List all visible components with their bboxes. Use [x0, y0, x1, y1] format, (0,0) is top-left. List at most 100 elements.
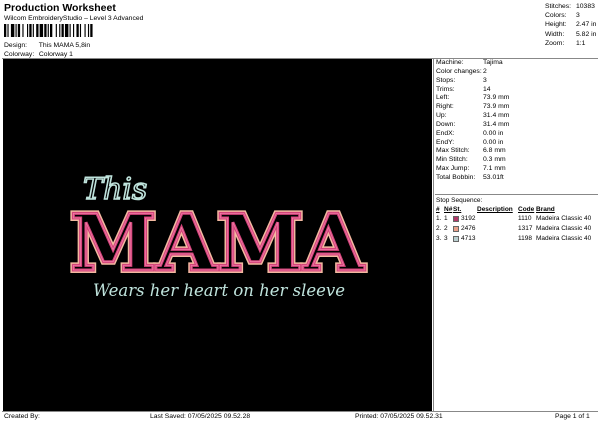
summary-row: Colors: 3	[545, 11, 596, 20]
barcode-bar	[27, 24, 29, 37]
summary-value: 5.82 in	[576, 30, 597, 38]
col-header: N#	[444, 206, 453, 213]
barcode-bar	[90, 24, 93, 37]
info-value: 2	[483, 67, 487, 75]
summary-panel: Stitches: 10383 Colors: 3 Height: 2.47 in W…	[545, 2, 596, 48]
barcode	[4, 24, 93, 37]
stitch-cell: 2476	[453, 224, 477, 234]
needle-number: 1	[444, 215, 448, 222]
info-value: 73.9 mm	[483, 103, 510, 111]
design-preview: This MAMA MAMA MAMA Wears her heart on h…	[3, 59, 432, 412]
stop-sequence-divider	[435, 194, 598, 195]
design-label: Design:	[4, 42, 28, 49]
info-row: Machine: Tajima	[435, 59, 598, 68]
info-label: Up:	[436, 112, 447, 120]
info-label: Trims:	[436, 85, 455, 93]
printed-date: Printed: 07/05/2025 09.52.31	[355, 413, 443, 420]
info-row: Stops: 3	[435, 77, 598, 86]
colorway-value: Colorway 1	[38, 51, 73, 58]
color-swatch	[453, 216, 459, 222]
info-value: Tajima	[483, 59, 503, 66]
barcode-bar	[39, 24, 44, 37]
summary-value: 2.47 in	[576, 21, 597, 29]
design-value: This MAMA 5,8in	[38, 42, 91, 49]
summary-value: 3	[576, 12, 580, 20]
thread-brand: Madeira Classic 40	[536, 215, 592, 222]
info-value: 31.4 mm	[483, 112, 510, 120]
info-value: 0.00 in	[483, 138, 504, 146]
barcode-bar	[15, 24, 17, 37]
info-row: EndX: 0.00 in	[435, 130, 598, 139]
summary-value: 1:1	[576, 39, 586, 47]
design-text-mama-inner: MAMA	[70, 198, 365, 289]
summary-label: Colors:	[545, 12, 567, 20]
info-row: Left: 73.9 mm	[435, 94, 598, 103]
barcode-bar	[47, 24, 49, 37]
barcode-bar	[76, 24, 79, 37]
info-label: Down:	[436, 120, 456, 128]
software-name: Wilcom EmbroideryStudio – Level 3 Advanc…	[4, 15, 144, 22]
page-number: Page 1 of 1	[555, 413, 590, 420]
barcode-bar	[7, 24, 9, 37]
col-header: Description	[477, 206, 513, 213]
info-value: 53.01ft	[483, 173, 504, 181]
barcode-bar	[64, 24, 69, 37]
info-row: Up: 31.4 mm	[435, 112, 598, 121]
barcode-bar	[87, 24, 90, 37]
colorway-label: Colorway:	[4, 51, 35, 58]
info-row: Color changes: 2	[435, 68, 598, 77]
info-value: 31.4 mm	[483, 120, 510, 128]
info-row: EndY: 0.00 in	[435, 139, 598, 148]
barcode-bar	[44, 24, 47, 37]
info-value: 14	[483, 85, 491, 93]
created-by: Created By:	[4, 413, 40, 420]
row-number: 2.	[436, 225, 442, 232]
stop-sequence-table: Stop Sequence: # N# St. Description Code…	[435, 194, 598, 244]
info-label: Stops:	[436, 76, 456, 84]
colorway-row: Colorway: Colorway 1	[4, 51, 73, 58]
summary-label: Stitches:	[545, 3, 572, 10]
thread-code: 1317	[518, 225, 533, 232]
summary-row: Height: 2.47 in	[545, 20, 596, 29]
table-row: 2. 2 2476 1317 Madeira Classic 40	[435, 224, 598, 234]
barcode-bar	[79, 24, 82, 37]
info-value: 3	[483, 76, 487, 84]
barcode-bar	[22, 24, 24, 37]
footer-divider	[2, 411, 598, 412]
design-row: Design: This MAMA 5,8in	[4, 42, 90, 49]
thread-brand: Madeira Classic 40	[536, 235, 592, 242]
info-row: Total Bobbin: 53.01ft	[435, 174, 598, 183]
info-label: Min Stitch:	[436, 156, 468, 164]
info-label: Color changes:	[436, 67, 482, 75]
thread-code: 1198	[518, 235, 532, 242]
summary-row: Zoom: 1:1	[545, 39, 596, 48]
stitch-cell: 3192	[453, 214, 477, 224]
info-label: Max Stitch:	[436, 147, 470, 155]
barcode-bar	[73, 24, 75, 37]
stitch-count: 3192	[461, 215, 476, 222]
color-swatch	[453, 226, 459, 232]
needle-number: 2	[444, 225, 448, 232]
barcode-bar	[29, 24, 32, 37]
row-number: 1.	[436, 215, 442, 222]
machine-info-panel: Machine: Tajima Color changes: 2 Stops: 3 T…	[435, 59, 598, 183]
table-row: 3. 3 4713 1198 Madeira Classic 40	[435, 234, 598, 244]
barcode-bar	[32, 24, 34, 37]
barcode-bar	[61, 24, 64, 37]
barcode-bar	[69, 24, 71, 37]
barcode-bar	[10, 24, 15, 37]
info-row: Max Jump: 7.1 mm	[435, 165, 598, 174]
stop-sequence-header: # N# St. Description Code Brand	[435, 205, 598, 214]
info-label: EndX:	[436, 129, 455, 137]
info-row: Trims: 14	[435, 86, 598, 95]
info-label: Max Jump:	[436, 165, 470, 173]
info-row: Down: 31.4 mm	[435, 121, 598, 130]
barcode-bar	[17, 24, 21, 37]
summary-label: Zoom:	[545, 39, 565, 47]
stitch-count: 2476	[461, 225, 476, 232]
summary-value: 10383	[576, 3, 595, 10]
info-row: Right: 73.9 mm	[435, 103, 598, 112]
thread-brand: Madeira Classic 40	[536, 225, 592, 232]
needle-number: 3	[444, 235, 448, 242]
info-label: Total Bobbin:	[436, 173, 476, 181]
